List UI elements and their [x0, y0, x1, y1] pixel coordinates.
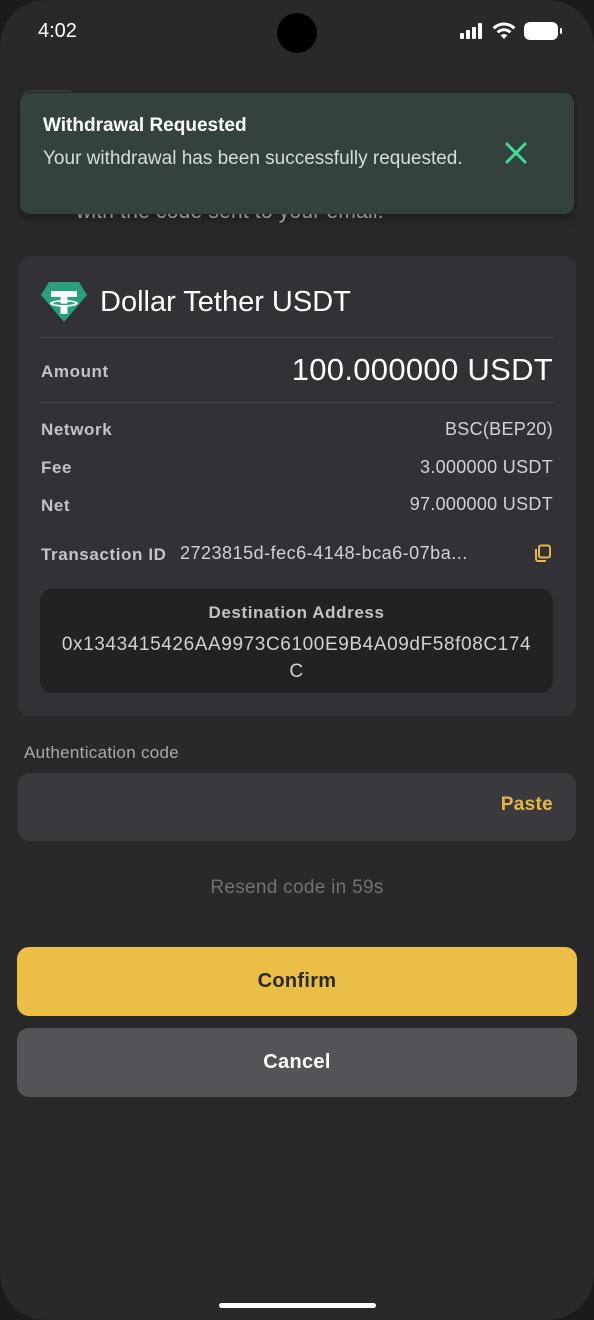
destination-address-value: 0x1343415426AA9973C6100E9B4A09dF58f08C17… [61, 634, 532, 682]
copy-icon[interactable] [534, 544, 552, 562]
divider [40, 402, 553, 403]
wifi-icon [492, 22, 516, 39]
net-label: Net [41, 496, 71, 515]
resend-code-text: Resend code in 59s [210, 877, 384, 898]
status-time: 4:02 [38, 20, 77, 42]
home-indicator[interactable] [219, 1303, 376, 1308]
cancel-button[interactable]: Cancel [17, 1028, 577, 1097]
network-label: Network [41, 420, 113, 439]
transaction-id-value: 2723815d-fec6-4148-bca6-07ba... [180, 543, 468, 563]
destination-address-label: Destination Address [208, 603, 385, 622]
net-value: 97.000000 USDT [409, 494, 553, 514]
battery-icon [524, 22, 562, 40]
auth-code-input[interactable] [18, 773, 576, 841]
withdrawal-summary-card: Dollar Tether USDT Amount 100.000000 USD… [18, 256, 576, 716]
fee-label: Fee [41, 458, 73, 477]
coin-title: Dollar Tether USDT [100, 286, 351, 318]
fee-value: 3.000000 USDT [420, 457, 553, 477]
network-value: BSC(BEP20) [444, 419, 553, 439]
transaction-id-label: Transaction ID [41, 545, 167, 564]
auth-code-label: Authentication code [24, 743, 180, 762]
close-icon[interactable] [502, 139, 530, 167]
phone-screen: 4:02 with the code sent to your email. W… [0, 0, 594, 1320]
destination-address-box: Destination Address 0x1343415426AA9973C6… [40, 589, 553, 693]
tether-icon [41, 282, 87, 322]
status-icons [460, 22, 562, 40]
signal-icon [460, 23, 484, 39]
divider [40, 337, 553, 338]
toast-title: Withdrawal Requested [43, 115, 247, 136]
paste-button[interactable]: Paste [501, 794, 553, 816]
amount-value: 100.000000 USDT [291, 352, 553, 387]
amount-label: Amount [41, 362, 109, 381]
toast-message: Your withdrawal has been successfully re… [43, 148, 463, 169]
confirm-button[interactable]: Confirm [17, 947, 577, 1016]
camera-cutout [277, 13, 317, 53]
toast-notification: Withdrawal Requested Your withdrawal has… [20, 93, 574, 214]
